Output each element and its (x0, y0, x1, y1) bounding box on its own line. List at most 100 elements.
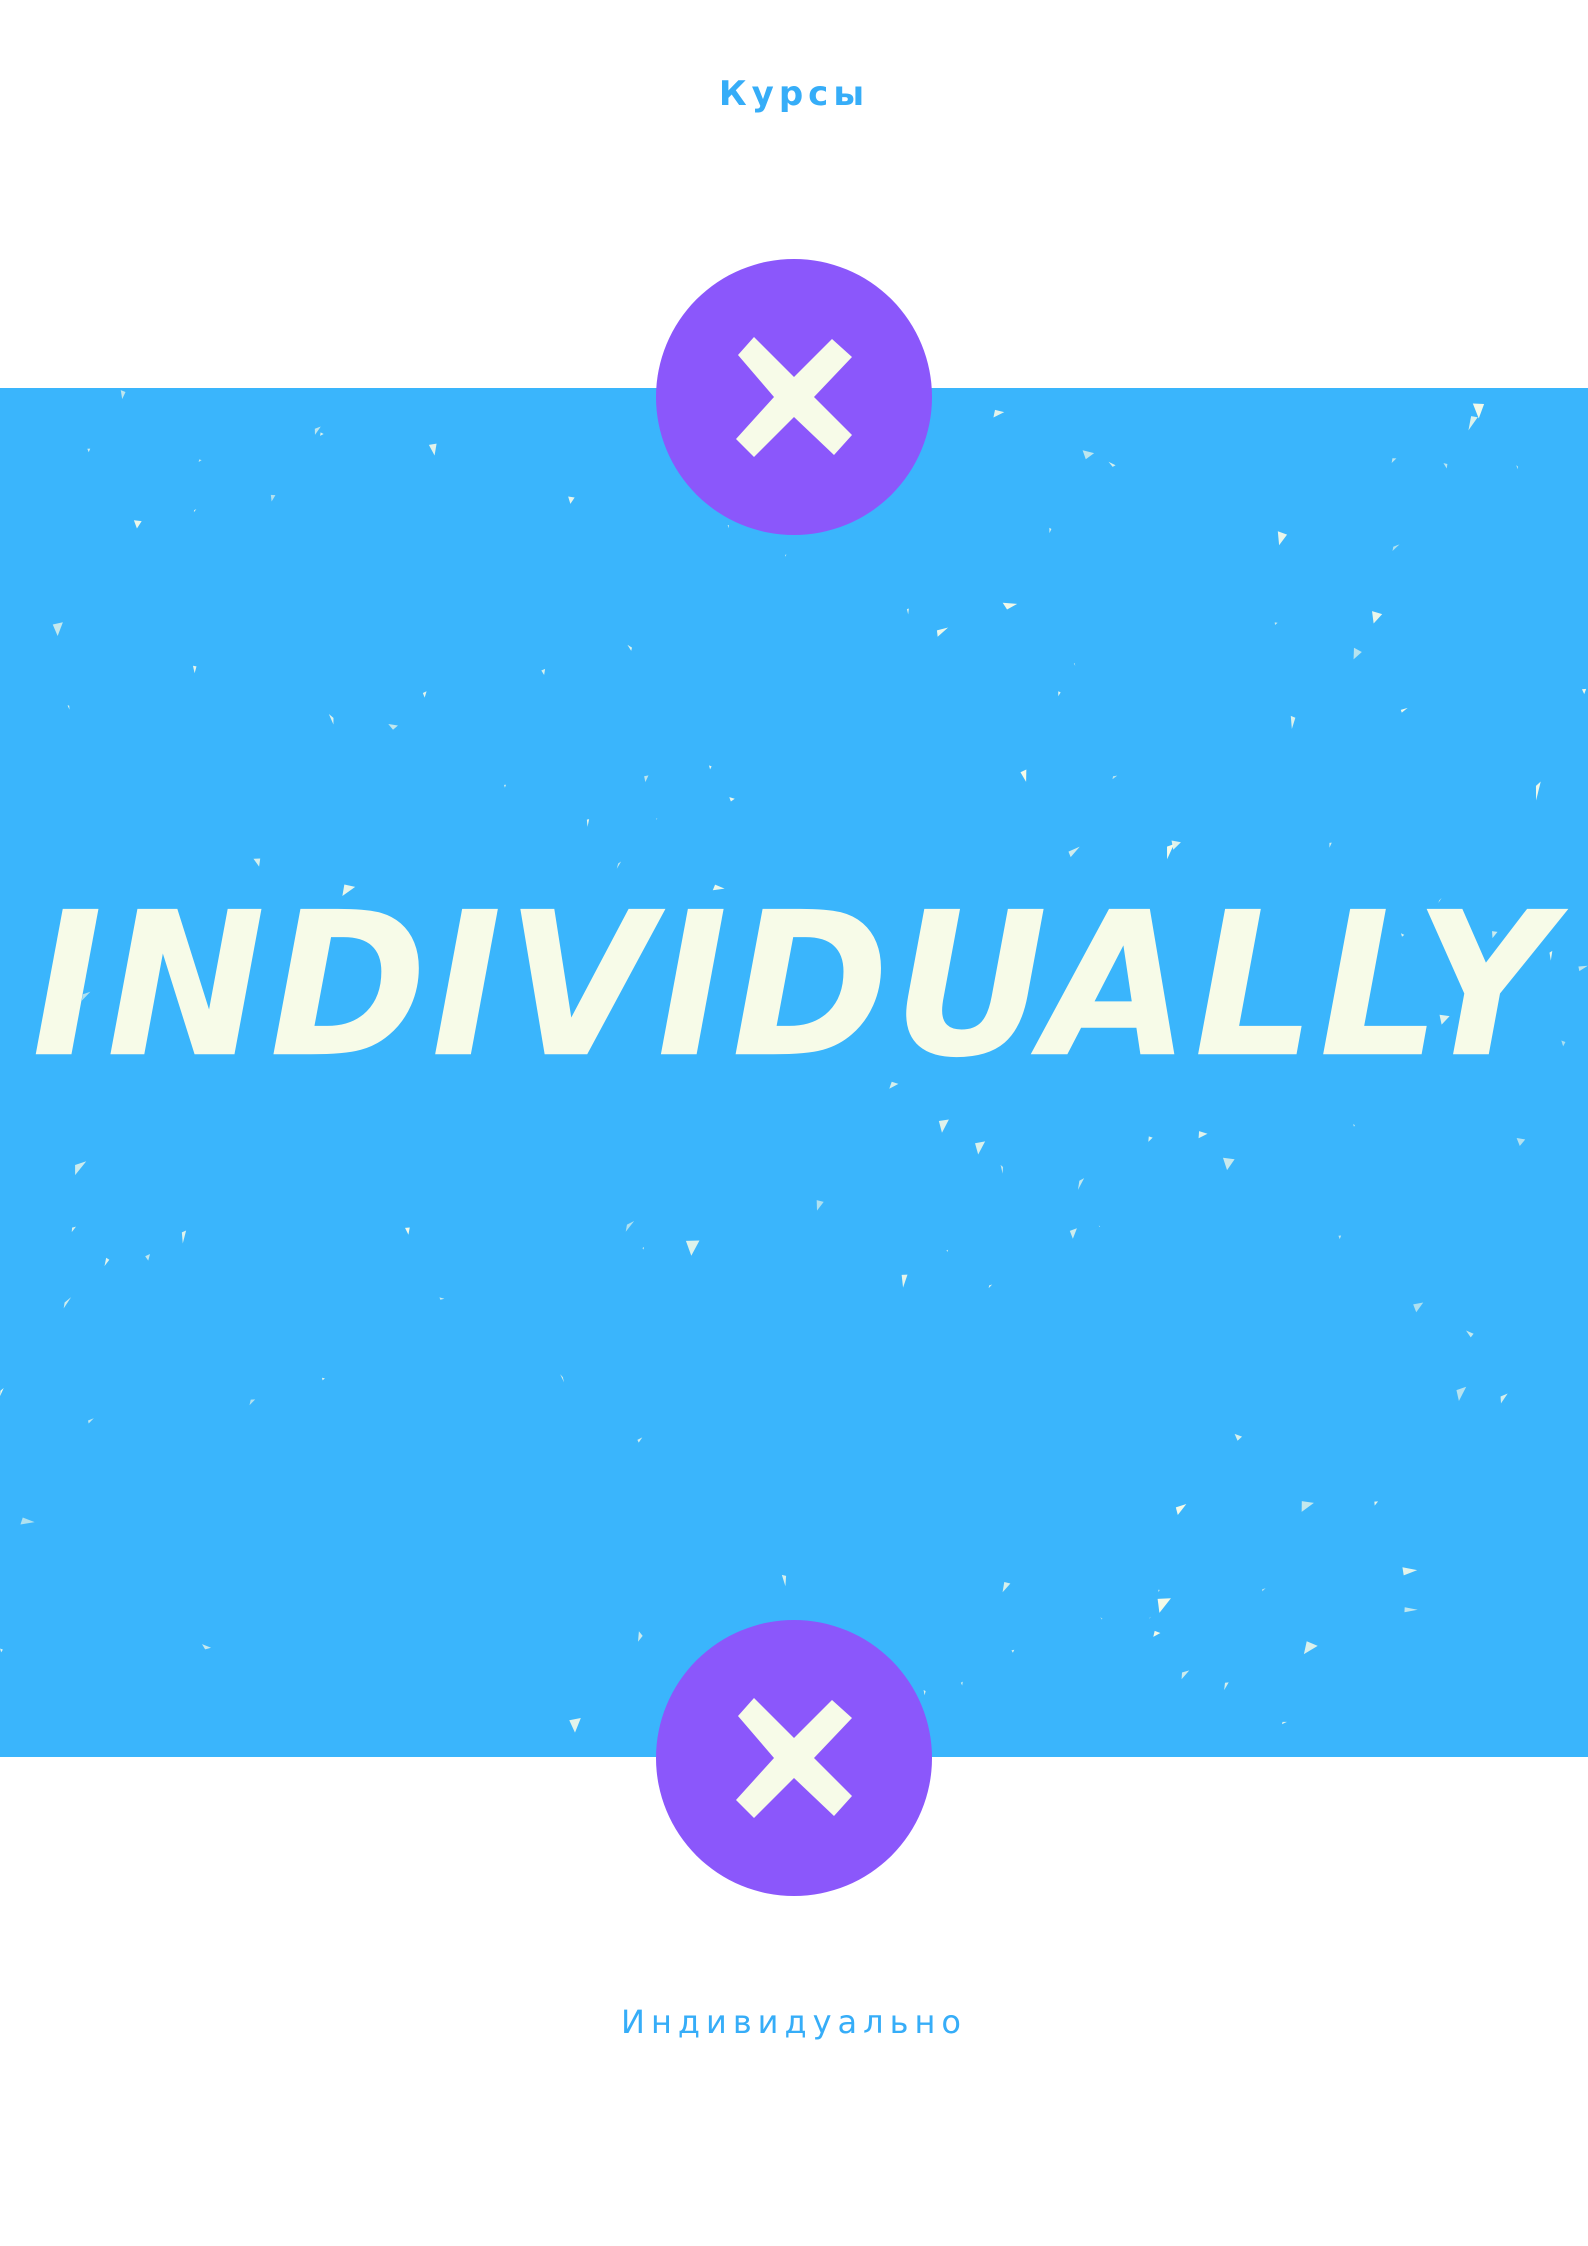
speck (88, 1418, 94, 1424)
speck (1301, 1501, 1314, 1512)
speck (568, 496, 575, 504)
speck (1456, 1386, 1467, 1402)
speck (1535, 781, 1541, 801)
speck (1277, 531, 1288, 546)
speck (192, 665, 197, 674)
speck (1400, 707, 1408, 713)
speck (1404, 1607, 1418, 1613)
speck (1002, 1582, 1011, 1593)
speck (1262, 1588, 1266, 1592)
speck (52, 622, 63, 636)
speck (201, 1644, 212, 1650)
speck (685, 1240, 700, 1256)
speck (625, 1220, 635, 1232)
speck (1108, 461, 1116, 467)
speck (321, 1377, 325, 1381)
speck (1058, 691, 1061, 697)
speck (1303, 1641, 1318, 1655)
speck (988, 1284, 993, 1289)
individually-label: Индивидуально (621, 2003, 967, 2041)
speck (1000, 1164, 1004, 1174)
speck (1413, 1302, 1424, 1313)
courses-label: Курсы (718, 74, 870, 114)
speck (1082, 450, 1095, 460)
speck (0, 1388, 4, 1397)
speck (729, 797, 735, 802)
speck (560, 1374, 565, 1383)
speck (1581, 688, 1587, 695)
speck (198, 459, 202, 462)
speck (1329, 842, 1332, 848)
speck (1181, 1670, 1190, 1680)
speck (1098, 1225, 1101, 1227)
speck (1148, 1136, 1153, 1142)
speck (145, 1253, 151, 1261)
speck (1020, 769, 1027, 782)
speck (1011, 1649, 1015, 1653)
speck (642, 1246, 645, 1250)
speck (644, 775, 649, 783)
speck (1500, 1393, 1508, 1404)
speck (1402, 1567, 1418, 1576)
speck (193, 509, 197, 513)
speck (1175, 1504, 1187, 1515)
speck (1224, 1682, 1229, 1691)
speck (1100, 1617, 1103, 1620)
speck (1472, 403, 1485, 419)
speck (1073, 663, 1076, 666)
bottom-badge (656, 1620, 932, 1896)
speck (1290, 715, 1296, 729)
speck (428, 443, 437, 456)
speck (975, 1141, 986, 1155)
speck (1157, 1598, 1171, 1613)
speck (1068, 846, 1080, 858)
headline-title: INDIVIDUALLY (31, 869, 1557, 1102)
speck (1153, 1630, 1161, 1637)
speck (439, 1297, 445, 1300)
speck (1516, 465, 1518, 470)
speck (1443, 463, 1448, 469)
speck (638, 1631, 643, 1642)
speck (422, 691, 427, 698)
speck (946, 1249, 949, 1252)
speck (569, 1717, 581, 1733)
speck (541, 668, 546, 675)
speck (1392, 544, 1400, 551)
speck (1374, 1501, 1379, 1506)
speck (906, 608, 909, 615)
speck (1077, 1178, 1085, 1190)
close-icon (736, 337, 852, 457)
speck (71, 1226, 77, 1233)
speck (1338, 1235, 1342, 1240)
speck (1465, 1330, 1474, 1338)
speck (1158, 1589, 1160, 1593)
speck (87, 448, 91, 453)
speck (627, 644, 633, 651)
speck (1198, 1131, 1208, 1139)
speck (63, 1297, 72, 1309)
speck (328, 714, 334, 725)
speck (781, 1574, 787, 1587)
speck (104, 1257, 110, 1267)
speck (901, 1274, 908, 1288)
speck (1149, 1616, 1152, 1619)
speck (936, 627, 949, 637)
speck (75, 1161, 87, 1176)
speck (270, 494, 276, 502)
top-badge (656, 259, 932, 535)
speck (1353, 647, 1362, 660)
speck (320, 432, 324, 436)
speck (1112, 775, 1118, 780)
speck (993, 409, 1005, 418)
speck (0, 1648, 3, 1653)
speck (816, 1200, 824, 1211)
speck (1171, 840, 1181, 850)
speck (314, 426, 321, 435)
speck (785, 554, 787, 557)
speck (1281, 1721, 1287, 1725)
speck (1002, 602, 1018, 610)
speck (1391, 458, 1397, 464)
speck (405, 1227, 410, 1235)
speck (20, 1517, 35, 1525)
speck (938, 1119, 949, 1133)
